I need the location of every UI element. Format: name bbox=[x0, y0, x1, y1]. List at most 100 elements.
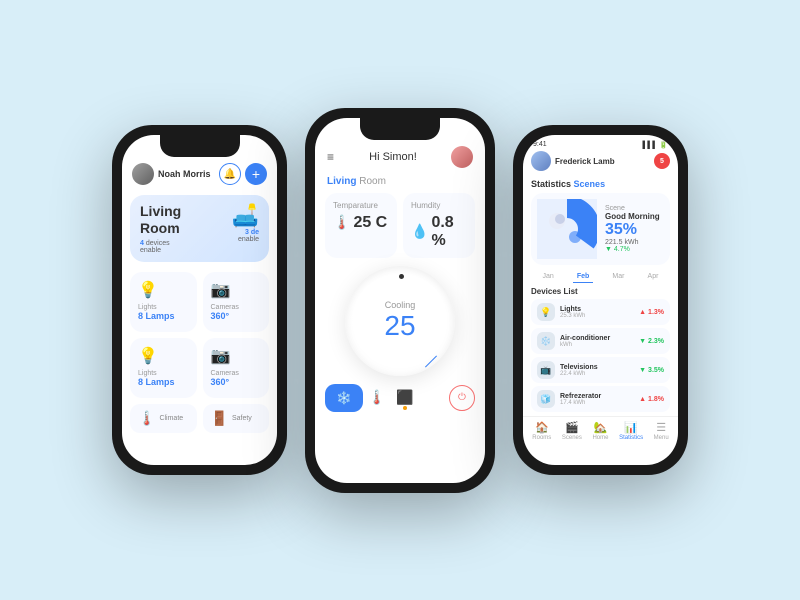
p2-extra-tab[interactable]: ⬛ bbox=[391, 384, 419, 412]
p3-user-name: Frederick Lamb bbox=[555, 157, 654, 166]
p2-temperature-card: Temparature 🌡️ 25 C bbox=[325, 193, 397, 258]
p1-safety-item[interactable]: 🚪 Safety bbox=[203, 404, 270, 433]
p2-ac-tab[interactable]: ❄️ bbox=[325, 384, 363, 412]
p3-fridge-kwh: 17.4 kWh bbox=[560, 400, 634, 406]
p2-power-button[interactable]: ⏻ bbox=[449, 385, 475, 411]
p1-cameras-value-2: 360° bbox=[211, 377, 262, 387]
p3-lights-info: Lights 25.3 kWh bbox=[560, 306, 634, 319]
p3-menu-icon: ☰ bbox=[656, 421, 666, 434]
p3-fridge-name: Refrezerator bbox=[560, 393, 634, 400]
p3-tv-icon: 📺 bbox=[537, 361, 555, 379]
p3-rooms-label: Rooms bbox=[532, 435, 551, 441]
p3-nav-statistics[interactable]: 📊 Statistics bbox=[619, 421, 643, 441]
p1-cameras-card-1[interactable]: 📷 Cameras 360° bbox=[203, 272, 270, 332]
p1-user-avatar bbox=[132, 163, 154, 185]
phone-2-screen: ≡ Hi Simon! Living Room Temparature 🌡️ 2… bbox=[315, 118, 485, 483]
p3-devices-title: Devices List bbox=[523, 287, 678, 299]
p3-pie-chart bbox=[537, 199, 597, 259]
p3-lights-change: ▲ 1.3% bbox=[639, 309, 664, 316]
p3-ac-name: Air-conditioner bbox=[560, 335, 634, 342]
p3-fridge-info: Refrezerator 17.4 kWh bbox=[560, 393, 634, 406]
p3-nav-menu[interactable]: ☰ Menu bbox=[654, 421, 669, 441]
p3-month-mar[interactable]: Mar bbox=[608, 271, 628, 283]
p2-circle-dot bbox=[399, 274, 404, 279]
p3-lights-icon: 💡 bbox=[537, 303, 555, 321]
phone-3-screen: 9:41 ▌▌▌ 🔋 Frederick Lamb 5 Statistics S… bbox=[523, 135, 678, 465]
p3-month-jan[interactable]: Jan bbox=[539, 271, 558, 283]
phone-2: ≡ Hi Simon! Living Room Temparature 🌡️ 2… bbox=[305, 108, 495, 493]
phone-1: Noah Morris 🔔 + LivingRoom 4 devicesenab… bbox=[112, 125, 287, 475]
p2-temp-label: Temparature bbox=[333, 201, 389, 210]
p2-controls: ❄️ 🌡️ ⬛ ⏻ bbox=[315, 376, 485, 416]
p3-statistics-tab[interactable]: Statistics bbox=[531, 179, 571, 189]
p1-room-banner[interactable]: LivingRoom 4 devicesenable 🛋️ 3 deenable bbox=[130, 195, 269, 262]
p1-cameras-label-2: Cameras bbox=[211, 370, 262, 377]
p3-nav-scenes[interactable]: 🎬 Scenes bbox=[562, 421, 582, 441]
phone-3: 9:41 ▌▌▌ 🔋 Frederick Lamb 5 Statistics S… bbox=[513, 125, 688, 475]
p3-month-apr[interactable]: Apr bbox=[644, 271, 663, 283]
p3-ac-change: ▼ 2.3% bbox=[639, 338, 664, 345]
p2-menu-icon[interactable]: ≡ bbox=[327, 150, 335, 164]
p1-camera-icon-1: 📷 bbox=[211, 280, 262, 300]
p3-statistics-icon: 📊 bbox=[624, 421, 638, 434]
p2-greeting-text: Hi Simon! bbox=[369, 151, 417, 163]
p3-scene-name: Good Morning bbox=[605, 212, 664, 221]
p1-device-grid: 💡 Lights 8 Lamps 📷 Cameras 360° 💡 Lights… bbox=[122, 266, 277, 404]
p2-thermometer-icon: 🌡️ bbox=[333, 214, 350, 231]
p1-room-icon: 🛋️ bbox=[232, 203, 259, 229]
p1-notification-button[interactable]: 🔔 bbox=[219, 163, 241, 185]
p3-signal: ▌▌▌ 🔋 bbox=[642, 141, 668, 149]
p3-lights-kwh: 25.3 kWh bbox=[560, 313, 634, 319]
p1-camera-icon-2: 📷 bbox=[211, 346, 262, 366]
p3-nav-home[interactable]: 🏡 Home bbox=[592, 421, 608, 441]
p1-climate-item[interactable]: 🌡️ Climate bbox=[130, 404, 197, 433]
p3-nav-rooms[interactable]: 🏠 Rooms bbox=[532, 421, 551, 441]
p3-tv-change: ▼ 3.5% bbox=[639, 367, 664, 374]
p2-greeting: Hi Simon! bbox=[369, 151, 417, 163]
phone-1-screen: Noah Morris 🔔 + LivingRoom 4 devicesenab… bbox=[122, 135, 277, 465]
p3-statistics-label: Statistics bbox=[619, 435, 643, 441]
p3-month-feb[interactable]: Feb bbox=[573, 271, 593, 283]
p3-ac-kwh: kWh bbox=[560, 342, 634, 348]
p1-add-button[interactable]: + bbox=[245, 163, 267, 185]
p1-safety-icon: 🚪 bbox=[211, 410, 228, 427]
p2-thermostat[interactable]: Cooling 25 bbox=[325, 266, 475, 376]
p3-device-tv[interactable]: 📺 Televisions 22.4 kWh ▼ 3.5% bbox=[531, 357, 670, 383]
p3-rooms-icon: 🏠 bbox=[535, 421, 549, 434]
p1-devices-count: 3 deenable bbox=[232, 229, 259, 243]
phones-container: Noah Morris 🔔 + LivingRoom 4 devicesenab… bbox=[92, 88, 708, 513]
p1-user-name: Noah Morris bbox=[158, 169, 219, 179]
p2-humidity-icon: 💧 bbox=[411, 223, 428, 240]
phone-2-notch bbox=[360, 118, 440, 140]
p3-chart-percentage: 35% bbox=[605, 221, 664, 239]
p1-cameras-value-1: 360° bbox=[211, 311, 262, 321]
p3-scenes-tab[interactable]: Scenes bbox=[574, 179, 606, 189]
p1-cameras-card-2[interactable]: 📷 Cameras 360° bbox=[203, 338, 270, 398]
p2-humidity-label: Humdity bbox=[411, 201, 467, 210]
p1-lights-card-2[interactable]: 💡 Lights 8 Lamps bbox=[130, 338, 197, 398]
p2-stats-grid: Temparature 🌡️ 25 C Humdity 💧 0.8% bbox=[315, 193, 485, 266]
p2-living-text: Living bbox=[327, 176, 356, 187]
p3-notification-badge: 5 bbox=[654, 153, 670, 169]
p3-scenes-label: Scenes bbox=[562, 435, 582, 441]
p1-devices-enabled: 4 devicesenable bbox=[140, 240, 181, 254]
p3-ac-info: Air-conditioner kWh bbox=[560, 335, 634, 348]
p3-device-fridge[interactable]: 🧊 Refrezerator 17.4 kWh ▲ 1.8% bbox=[531, 386, 670, 412]
p3-chart-area: Scene Good Morning 35% 221.5 kWh ▼ 4.7% bbox=[531, 193, 670, 265]
p3-home-label: Home bbox=[592, 435, 608, 441]
p3-device-lights[interactable]: 💡 Lights 25.3 kWh ▲ 1.3% bbox=[531, 299, 670, 325]
p3-tv-name: Televisions bbox=[560, 364, 634, 371]
p2-thermostat-circle[interactable]: Cooling 25 bbox=[345, 266, 455, 376]
p2-user-avatar bbox=[451, 146, 473, 168]
p2-cooling-value: 25 bbox=[384, 310, 415, 342]
p1-lights-card-1[interactable]: 💡 Lights 8 Lamps bbox=[130, 272, 197, 332]
p3-device-ac[interactable]: ❄️ Air-conditioner kWh ▼ 2.3% bbox=[531, 328, 670, 354]
p2-heat-tab[interactable]: 🌡️ bbox=[363, 384, 391, 412]
p3-chart-change: ▼ 4.7% bbox=[605, 246, 664, 253]
p3-status-bar: 9:41 ▌▌▌ 🔋 bbox=[523, 135, 678, 151]
p2-humidity-value: 0.8% bbox=[431, 214, 453, 250]
p3-bottom-nav: 🏠 Rooms 🎬 Scenes 🏡 Home 📊 Statistics ☰ bbox=[523, 416, 678, 449]
p3-device-list: 💡 Lights 25.3 kWh ▲ 1.3% ❄️ Air-conditio… bbox=[523, 299, 678, 412]
p3-scenes-icon: 🎬 bbox=[565, 421, 579, 434]
p3-home-icon: 🏡 bbox=[594, 421, 608, 434]
